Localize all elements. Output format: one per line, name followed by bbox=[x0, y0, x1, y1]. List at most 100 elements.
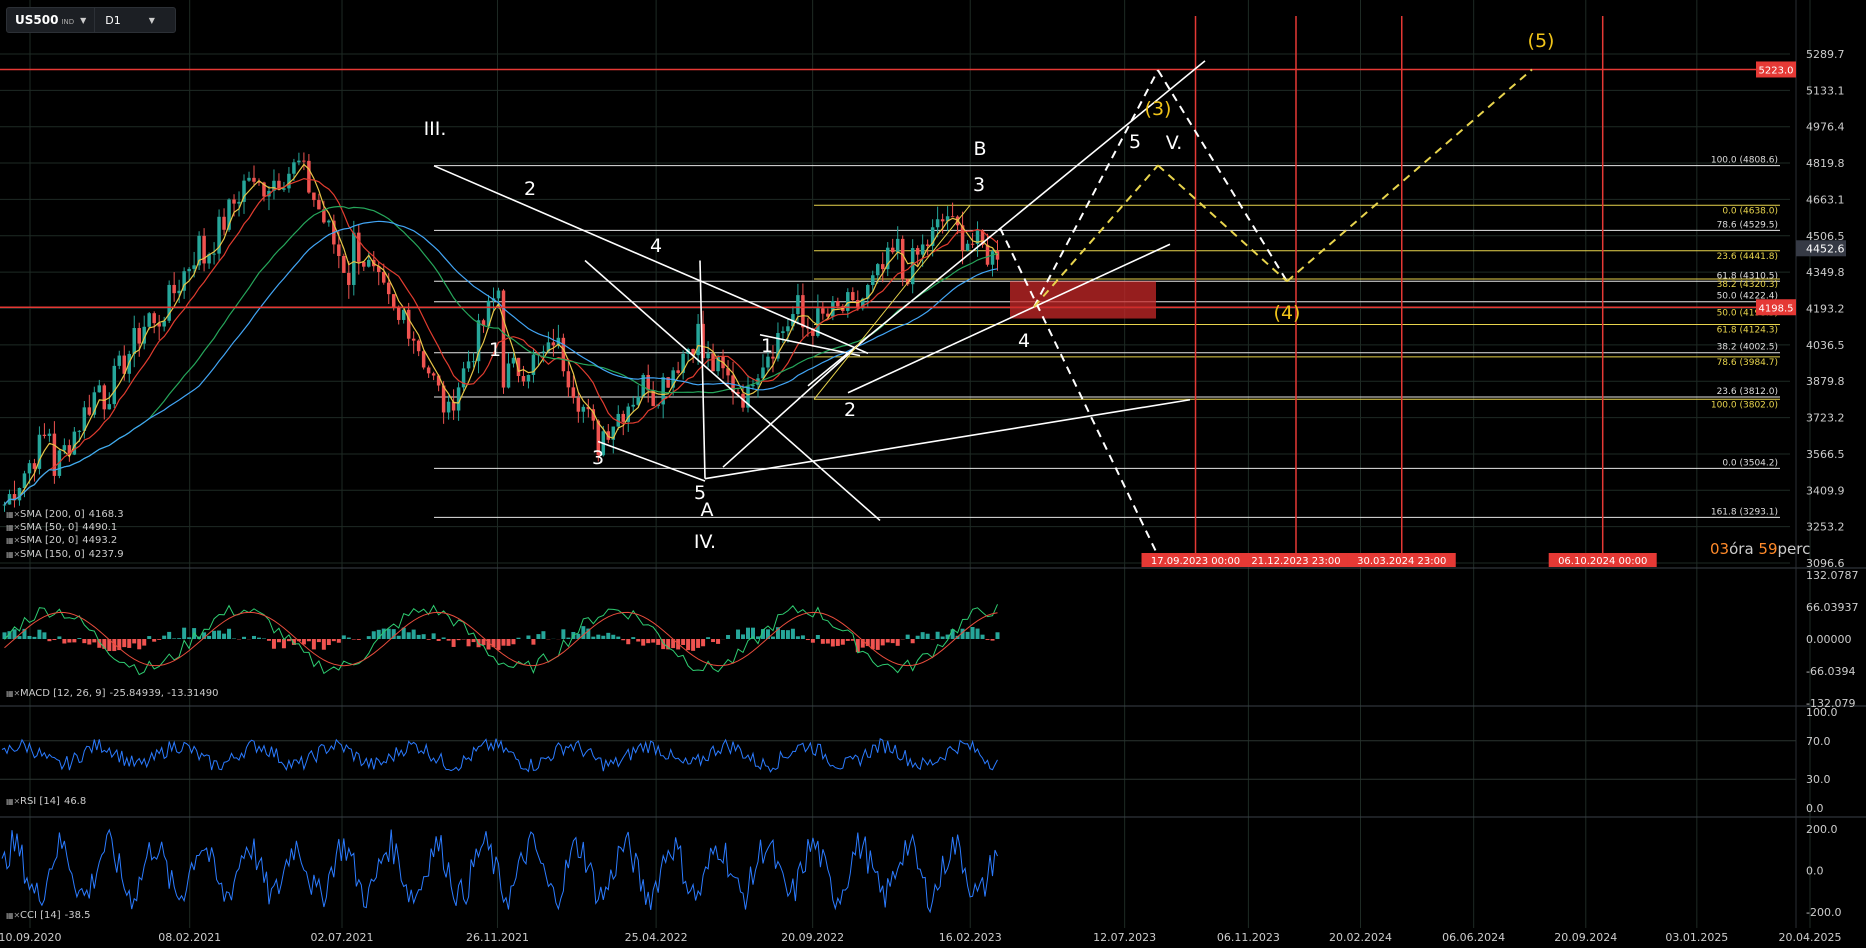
trend-line bbox=[704, 398, 1191, 480]
target-zone bbox=[1010, 281, 1156, 319]
candle-body bbox=[347, 272, 351, 285]
macd-histogram-bar bbox=[531, 638, 536, 645]
macd-histogram-bar bbox=[496, 638, 501, 650]
candle-body bbox=[391, 294, 396, 308]
legend-macd[interactable]: ▦✕ MACD [12, 26, 9] -25.84939, -13.31490 bbox=[6, 688, 219, 699]
macd-histogram-bar bbox=[636, 638, 641, 642]
timeframe-selector[interactable]: D1 ▼ bbox=[95, 8, 165, 32]
price-tick: 4193.2 bbox=[1806, 302, 1845, 315]
macd-histogram-bar bbox=[177, 638, 182, 639]
macd-histogram-bar bbox=[591, 636, 596, 639]
settings-icon[interactable]: ▦✕ bbox=[6, 523, 20, 532]
symbol-selector[interactable]: US500 IND ▼ bbox=[7, 8, 96, 32]
settings-icon[interactable]: ▦✕ bbox=[6, 550, 20, 559]
macd-histogram-bar bbox=[686, 638, 691, 651]
legend-cci[interactable]: ▦✕ CCI [14] -38.5 bbox=[6, 910, 91, 921]
macd-histogram-bar bbox=[880, 638, 885, 646]
macd-histogram-bar bbox=[596, 634, 601, 639]
candle-body bbox=[247, 177, 251, 181]
trend-line bbox=[584, 259, 881, 522]
settings-icon[interactable]: ▦✕ bbox=[6, 536, 20, 545]
legend-label: MACD [12, 26, 9] bbox=[20, 688, 106, 699]
candle-body bbox=[566, 371, 571, 388]
macd-histogram-bar bbox=[810, 638, 815, 643]
legend-sma20[interactable]: ▦✕ SMA [20, 0] 4493.2 bbox=[6, 535, 117, 546]
macd-histogram-bar bbox=[780, 630, 785, 639]
settings-icon[interactable]: ▦✕ bbox=[6, 689, 20, 698]
candle-body bbox=[766, 356, 770, 368]
rsi-tick: 0.0 bbox=[1806, 802, 1824, 815]
legend-label: CCI [14] bbox=[20, 910, 61, 921]
cci-line bbox=[1, 828, 998, 914]
legend-sma150[interactable]: ▦✕ SMA [150, 0] 4237.9 bbox=[6, 549, 124, 560]
macd-histogram-bar bbox=[890, 638, 895, 644]
fib-level-label: 100.0 (3802.0) bbox=[1711, 400, 1778, 410]
macd-pane bbox=[2, 604, 1000, 676]
macd-histogram-bar bbox=[47, 638, 52, 642]
fibonacci-levels: 100.0 (4808.6)78.6 (4529.5)61.8 (4310.5)… bbox=[434, 156, 1780, 518]
candle-body bbox=[396, 307, 401, 320]
macd-histogram-bar bbox=[311, 638, 316, 650]
legend-rsi[interactable]: ▦✕ RSI [14] 46.8 bbox=[6, 796, 86, 807]
legend-sma200[interactable]: ▦✕ SMA [200, 0] 4168.3 bbox=[6, 509, 124, 520]
legend-sma50[interactable]: ▦✕ SMA [50, 0] 4490.1 bbox=[6, 522, 117, 533]
macd-histogram-bar bbox=[142, 638, 147, 646]
macd-histogram-bar bbox=[805, 638, 810, 641]
countdown-minutes-unit: perc bbox=[1777, 540, 1811, 558]
legend-label: RSI [14] bbox=[20, 796, 60, 807]
macd-histogram-bar bbox=[606, 632, 611, 639]
candle-body bbox=[676, 370, 680, 373]
macd-histogram-bar bbox=[227, 628, 232, 639]
macd-histogram-bar bbox=[825, 638, 830, 644]
candle-body bbox=[895, 238, 900, 253]
macd-histogram-bar bbox=[52, 638, 57, 641]
price-tick: 4663.1 bbox=[1806, 193, 1845, 206]
time-tick: 03.01.2025 bbox=[1665, 931, 1728, 944]
rsi-tick: 30.0 bbox=[1806, 773, 1831, 786]
macd-histogram-bar bbox=[396, 635, 401, 639]
macd-histogram-bar bbox=[835, 638, 840, 646]
candle-body bbox=[801, 295, 805, 328]
macd-histogram-bar bbox=[990, 638, 995, 641]
wave-label: V. bbox=[1166, 132, 1183, 154]
macd-histogram-bar bbox=[985, 638, 990, 640]
candle-body bbox=[232, 199, 236, 204]
price-tick: 4349.8 bbox=[1806, 266, 1845, 279]
chart-canvas[interactable]: 100.0 (4808.6)78.6 (4529.5)61.8 (4310.5)… bbox=[0, 0, 1866, 948]
macd-histogram-bar bbox=[626, 638, 631, 645]
candle-body bbox=[62, 445, 67, 451]
legend-value: -25.84939, -13.31490 bbox=[109, 688, 219, 699]
macd-histogram-bar bbox=[611, 634, 616, 639]
rsi-tick: 100.0 bbox=[1806, 706, 1838, 719]
trend-line bbox=[433, 165, 869, 355]
candle-body bbox=[152, 313, 156, 324]
macd-histogram-bar bbox=[306, 638, 311, 642]
macd-histogram-bar bbox=[266, 638, 271, 641]
time-marker-label: 30.03.2024 23:00 bbox=[1357, 556, 1446, 567]
macd-histogram-bar bbox=[132, 638, 137, 644]
macd-histogram-bar bbox=[701, 638, 706, 647]
candle-body bbox=[107, 404, 112, 410]
cci-tick: 0.0 bbox=[1806, 865, 1824, 878]
settings-icon[interactable]: ▦✕ bbox=[6, 510, 20, 519]
time-tick: 20.02.2024 bbox=[1329, 931, 1392, 944]
candle-body bbox=[357, 232, 361, 262]
candle-body bbox=[935, 219, 940, 228]
macd-histogram-bar bbox=[87, 638, 92, 645]
candle-body bbox=[421, 351, 426, 368]
legend-value: -38.5 bbox=[64, 910, 91, 921]
timeframe-value: D1 bbox=[105, 13, 121, 27]
macd-histogram-bar bbox=[57, 636, 62, 639]
candle-body bbox=[282, 188, 286, 190]
settings-icon[interactable]: ▦✕ bbox=[6, 797, 20, 806]
wave-label: 1 bbox=[489, 339, 501, 361]
macd-histogram-bar bbox=[187, 637, 192, 639]
settings-icon[interactable]: ▦✕ bbox=[6, 911, 20, 920]
wave-label: (3) bbox=[1145, 98, 1172, 120]
candle-body bbox=[337, 244, 341, 257]
wave-label: 3 bbox=[592, 447, 604, 469]
candle-body bbox=[172, 284, 176, 294]
candle-body bbox=[851, 292, 855, 301]
macd-histogram-bar bbox=[785, 630, 790, 639]
macd-histogram-bar bbox=[790, 628, 795, 639]
